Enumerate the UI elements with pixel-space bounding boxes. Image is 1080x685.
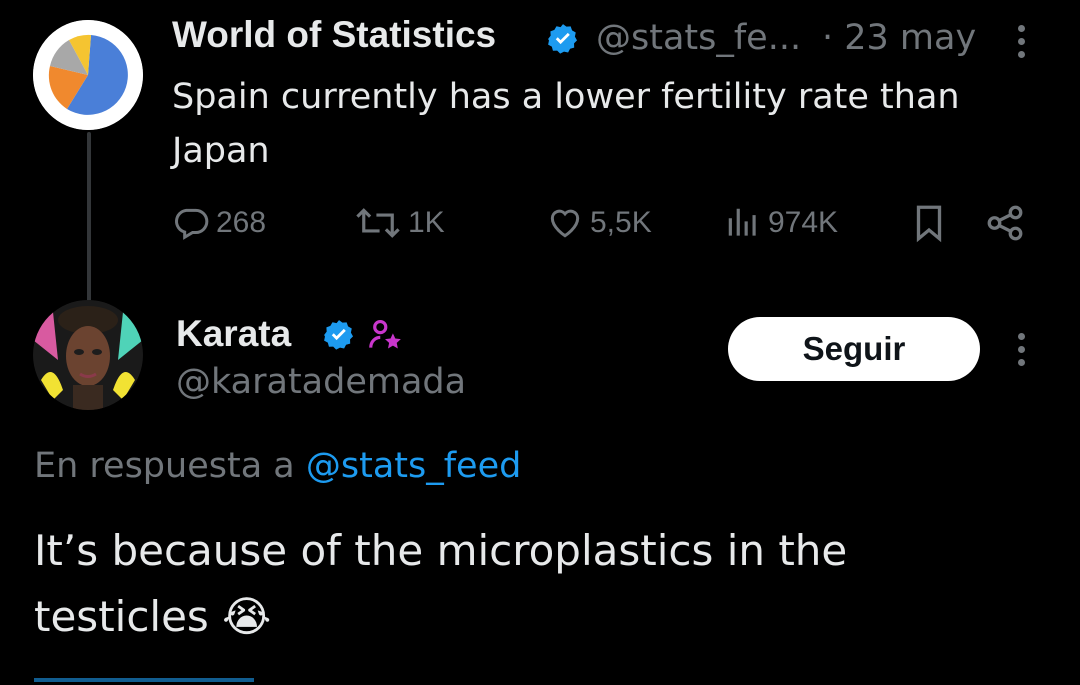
- profile-picture-icon: [33, 300, 143, 410]
- pie-chart-logo-icon: [33, 20, 143, 130]
- like-button[interactable]: 5,5K: [546, 204, 652, 242]
- reply-to-mention-link[interactable]: @stats_feed: [306, 446, 521, 486]
- views-count: 974K: [768, 206, 839, 239]
- author-handle[interactable]: @stats_fe...: [596, 18, 801, 58]
- bookmark-icon[interactable]: [908, 202, 950, 244]
- karata-avatar[interactable]: [33, 300, 143, 410]
- like-count: 5,5K: [590, 206, 652, 239]
- reply-context: En respuesta a @stats_feed: [34, 446, 521, 486]
- share-icon[interactable]: [984, 202, 1026, 244]
- more-options-icon[interactable]: [1018, 25, 1025, 58]
- repost-button[interactable]: 1K: [354, 204, 445, 242]
- analytics-icon: [728, 208, 756, 236]
- author-name[interactable]: World of Statistics: [172, 14, 496, 56]
- tweet-text: Spain currently has a lower fertility ra…: [172, 77, 960, 171]
- reply-icon: [175, 208, 209, 240]
- thread-connector-line: [87, 132, 91, 302]
- views-button[interactable]: 974K: [724, 204, 838, 242]
- heart-icon: [550, 209, 580, 238]
- verified-badge-icon: [548, 24, 578, 54]
- reply-context-label: En respuesta a: [34, 446, 295, 486]
- verified-badge-icon: [324, 320, 354, 350]
- tweet-date[interactable]: · 23 may: [822, 18, 976, 58]
- more-options-icon[interactable]: [1018, 333, 1025, 366]
- follow-button[interactable]: Seguir: [728, 317, 980, 381]
- reply-text: It’s because of the microplastics in the…: [34, 526, 848, 641]
- reply-button[interactable]: 268: [172, 204, 266, 242]
- crying-emoji-icon: 😭: [222, 592, 272, 641]
- repost-count: 1K: [408, 206, 445, 239]
- reply-author-handle[interactable]: @karatademada: [176, 362, 466, 402]
- repost-icon: [356, 208, 400, 238]
- world-of-statistics-avatar[interactable]: [33, 20, 143, 130]
- subscriber-badge-icon: [369, 319, 401, 349]
- reply-author-name[interactable]: Karata: [176, 313, 291, 355]
- reply-count: 268: [216, 206, 267, 239]
- reply-text-block: It’s because of the microplastics in the…: [34, 518, 1034, 650]
- translate-link-clipped[interactable]: [34, 678, 254, 682]
